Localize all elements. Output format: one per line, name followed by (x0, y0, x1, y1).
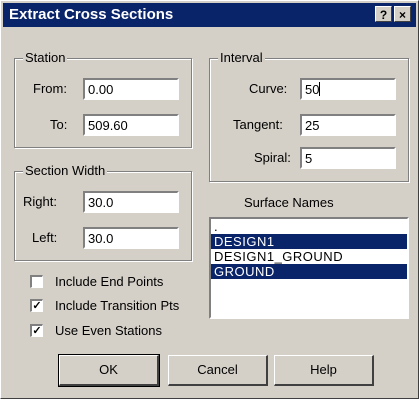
title-bar[interactable]: Extract Cross Sections ? × (3, 3, 416, 27)
station-legend: Station (23, 50, 68, 65)
include-transition-pts-checkbox[interactable]: ✓ (30, 299, 43, 312)
list-item[interactable]: DESIGN1 (211, 234, 407, 249)
tangent-interval-field[interactable]: 25 (300, 114, 396, 136)
surface-names-listbox[interactable]: . DESIGN1 DESIGN1_GROUND GROUND (209, 217, 409, 319)
right-label: Right: (23, 194, 57, 209)
help-button[interactable]: Help (274, 355, 374, 386)
station-to-field[interactable]: 509.60 (83, 114, 179, 136)
cancel-button[interactable]: Cancel (168, 355, 268, 386)
from-label: From: (33, 81, 67, 96)
curve-interval-field[interactable]: 50 (300, 78, 396, 100)
include-transition-pts-label: Include Transition Pts (55, 298, 180, 313)
surface-names-label: Surface Names (244, 195, 334, 210)
station-from-field[interactable]: 0.00 (83, 78, 179, 100)
spiral-interval-field[interactable]: 5 (300, 147, 396, 169)
ok-button[interactable]: OK (58, 354, 160, 387)
section-width-right-field[interactable]: 30.0 (83, 191, 179, 213)
interval-legend: Interval (218, 50, 265, 65)
list-item[interactable]: . (211, 219, 407, 234)
section-width-left-field[interactable]: 30.0 (83, 227, 179, 249)
list-item[interactable]: DESIGN1_GROUND (211, 249, 407, 264)
curve-value: 50 (305, 82, 320, 97)
use-even-stations-checkbox[interactable]: ✓ (30, 324, 43, 337)
include-end-points-checkbox[interactable] (30, 275, 43, 288)
extract-cross-sections-dialog: Extract Cross Sections ? × Station From:… (0, 0, 419, 399)
section-width-legend: Section Width (23, 163, 108, 178)
left-label: Left: (32, 230, 58, 245)
checkmark-icon: ✓ (32, 300, 42, 312)
list-item[interactable]: GROUND (211, 264, 407, 279)
checkmark-icon: ✓ (32, 325, 42, 337)
dialog-title: Extract Cross Sections (9, 6, 174, 23)
include-end-points-label: Include End Points (55, 274, 164, 289)
curve-label: Curve: (249, 81, 288, 96)
use-even-stations-label: Use Even Stations (55, 323, 162, 338)
spiral-label: Spiral: (254, 150, 291, 165)
close-title-button[interactable]: × (394, 6, 411, 22)
tangent-label: Tangent: (233, 117, 283, 132)
text-cursor (319, 82, 321, 96)
help-title-button[interactable]: ? (375, 6, 392, 22)
to-label: To: (50, 117, 68, 132)
